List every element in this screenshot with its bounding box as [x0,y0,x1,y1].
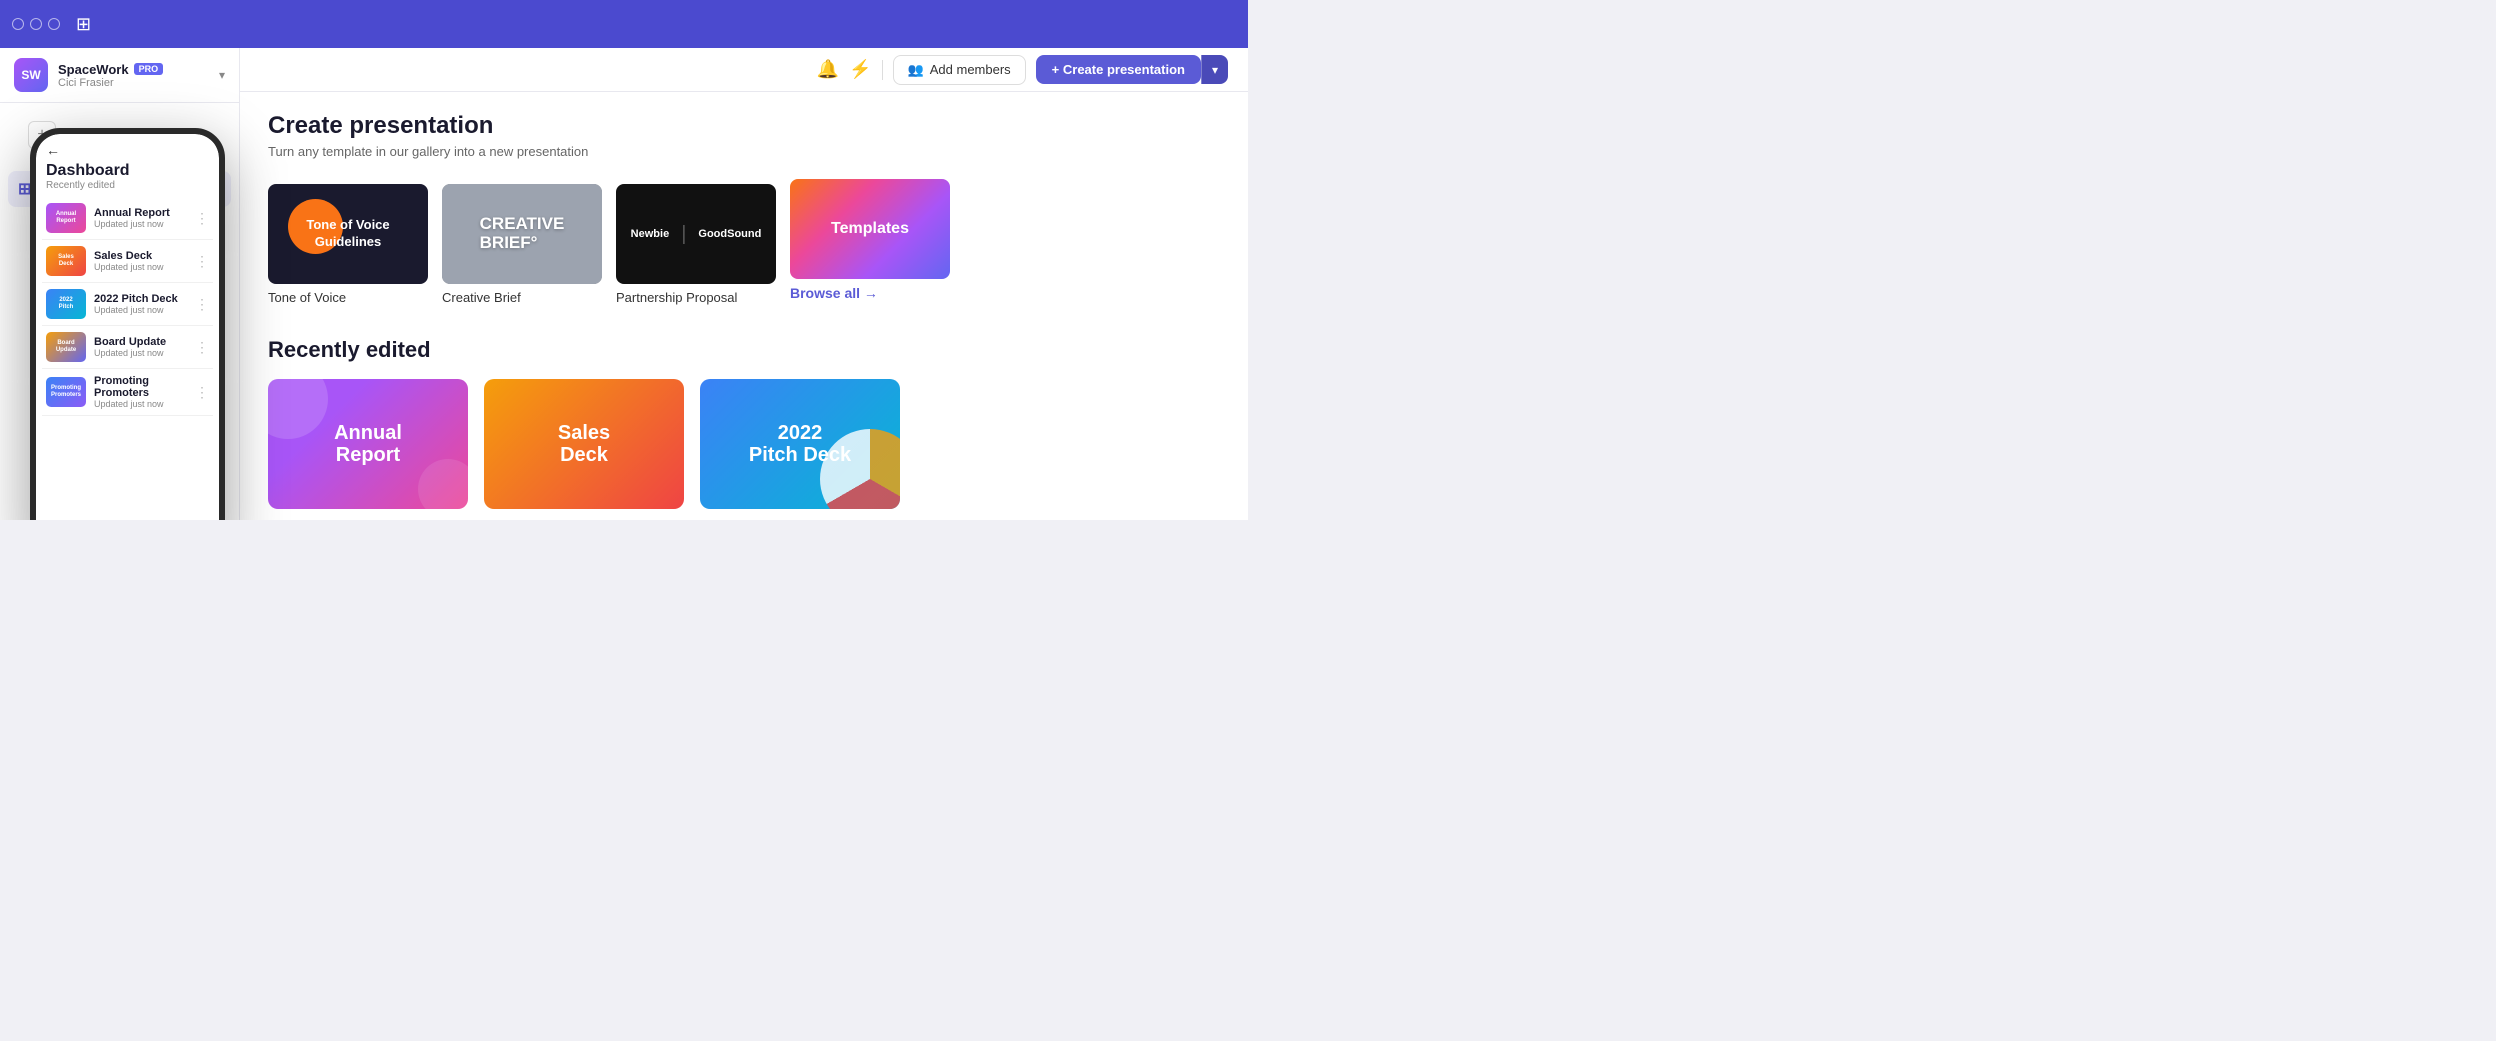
more-icon[interactable]: ⋮ [195,210,209,227]
add-members-button[interactable]: 👥 Add members [893,55,1026,85]
dot-maximize[interactable] [48,18,60,30]
template-name-tone: Tone of Voice [268,290,428,305]
circle-decor [268,379,328,439]
thumb-sales: SalesDeck [46,246,86,276]
phone-header: ← [36,134,219,162]
list-item[interactable]: 2022Pitch 2022 Pitch Deck Updated just n… [42,283,213,326]
list-item[interactable]: AnnualReport Annual Report Updated just … [42,197,213,240]
template-name-partnership: Partnership Proposal [616,290,776,305]
company-name: SpaceWork PRO [58,62,209,77]
item-title: 2022 Pitch Deck [94,293,187,305]
template-card-tone[interactable]: Tone of VoiceGuidelines Tone of Voice [268,184,428,305]
more-icon[interactable]: ⋮ [195,253,209,270]
create-section-title: Create presentation [268,112,1220,140]
item-title: Promoting Promoters [94,375,187,399]
template-card-partnership[interactable]: Newbie | GoodSound Partnership Proposal [616,184,776,305]
more-icon[interactable]: ⋮ [195,296,209,313]
sidebar-company: SpaceWork PRO Cici Frasier [58,62,209,89]
item-subtitle: Updated just now [94,348,187,358]
topbar: ⊞ [0,0,1248,48]
item-info: Annual Report Updated just now [94,207,187,229]
create-presentation-button[interactable]: + Create presentation [1036,55,1201,84]
thumb-promo: PromotingPromoters [46,377,86,407]
dot-minimize[interactable] [30,18,42,30]
chevron-down-icon[interactable]: ▾ [219,68,225,82]
dot-close[interactable] [12,18,24,30]
body-area: SW SpaceWork PRO Cici Frasier ▾ + ⊞ [0,48,1248,520]
item-info: Sales Deck Updated just now [94,250,187,272]
create-section-subtitle: Turn any template in our gallery into a … [268,144,1220,159]
bell-icon[interactable]: 🔔 [817,59,839,80]
item-subtitle: Updated just now [94,399,187,409]
right-content: Create presentation Turn any template in… [240,92,1248,520]
add-members-icon: 👥 [908,62,924,78]
thumb-board: BoardUpdate [46,332,86,362]
item-info: 2022 Pitch Deck Updated just now [94,293,187,315]
left-panel: SW SpaceWork PRO Cici Frasier ▾ + ⊞ [0,48,240,520]
item-title: Sales Deck [94,250,187,262]
divider [882,60,883,80]
recent-card-title-pitch: 2022Pitch Deck [749,422,851,466]
browse-all-button[interactable]: Browse all → [790,285,950,305]
phone-mockup: ← Dashboard Recently edited AnnualReport… [30,128,225,520]
partner-goodsound: GoodSound [698,228,761,240]
template-card-browse[interactable]: Templates Browse all → [790,179,950,305]
template-thumb-creative: CREATIVEBRIEF° [442,184,602,284]
recent-card-title-sales: SalesDeck [558,422,610,466]
pro-badge: PRO [134,63,164,75]
list-item[interactable]: SalesDeck Sales Deck Updated just now ⋮ [42,240,213,283]
template-card-creative[interactable]: CREATIVEBRIEF° Creative Brief [442,184,602,305]
template-thumb-tone: Tone of VoiceGuidelines [268,184,428,284]
lightning-icon[interactable]: ⚡ [849,59,871,80]
phone-recently-label: Recently edited [36,180,219,197]
item-title: Annual Report [94,207,187,219]
item-info: Promoting Promoters Updated just now [94,375,187,409]
avatar: SW [14,58,48,92]
action-bar: 🔔 ⚡ 👥 Add members + Create presentation … [240,48,1248,92]
phone-dashboard-title: Dashboard [36,162,219,180]
partner-newbie: Newbie [631,228,670,240]
phone-back-icon[interactable]: ← [46,142,60,158]
recent-card-pitch[interactable]: 2022Pitch Deck [700,379,900,509]
create-dropdown-arrow[interactable]: ▾ [1201,55,1228,84]
partner-divider: | [681,223,686,246]
list-item[interactable]: BoardUpdate Board Update Updated just no… [42,326,213,369]
recent-grid: AnnualReport SalesDeck 2022Pitch Deck [268,379,1220,509]
recent-card-title-annual: AnnualReport [334,422,402,466]
template-name-creative: Creative Brief [442,290,602,305]
item-info: Board Update Updated just now [94,336,187,358]
item-subtitle: Updated just now [94,262,187,272]
template-grid: Tone of VoiceGuidelines Tone of Voice CR… [268,179,1220,305]
more-icon[interactable]: ⋮ [195,384,209,401]
item-subtitle: Updated just now [94,219,187,229]
app-wrapper: ⊞ SW SpaceWork PRO Cici Frasier ▾ [0,0,1248,520]
phone-list: AnnualReport Annual Report Updated just … [36,197,219,416]
template-thumb-partnership: Newbie | GoodSound [616,184,776,284]
item-subtitle: Updated just now [94,305,187,315]
recent-card-annual[interactable]: AnnualReport [268,379,468,509]
template-thumb-browse: Templates [790,179,950,279]
phone-screen: ← Dashboard Recently edited AnnualReport… [36,134,219,520]
grid-icon[interactable]: ⊞ [76,14,91,35]
user-name: Cici Frasier [58,77,209,89]
item-title: Board Update [94,336,187,348]
recent-card-sales[interactable]: SalesDeck [484,379,684,509]
list-item[interactable]: PromotingPromoters Promoting Promoters U… [42,369,213,416]
sidebar-header: SW SpaceWork PRO Cici Frasier ▾ [0,48,239,103]
window-controls [12,18,60,30]
more-icon[interactable]: ⋮ [195,339,209,356]
create-btn-group: + Create presentation ▾ [1036,55,1228,84]
thumb-pitch: 2022Pitch [46,289,86,319]
circle-decor-2 [418,459,468,509]
thumb-annual: AnnualReport [46,203,86,233]
right-panel: 🔔 ⚡ 👥 Add members + Create presentation … [240,48,1248,520]
recently-section-title: Recently edited [268,337,1220,363]
